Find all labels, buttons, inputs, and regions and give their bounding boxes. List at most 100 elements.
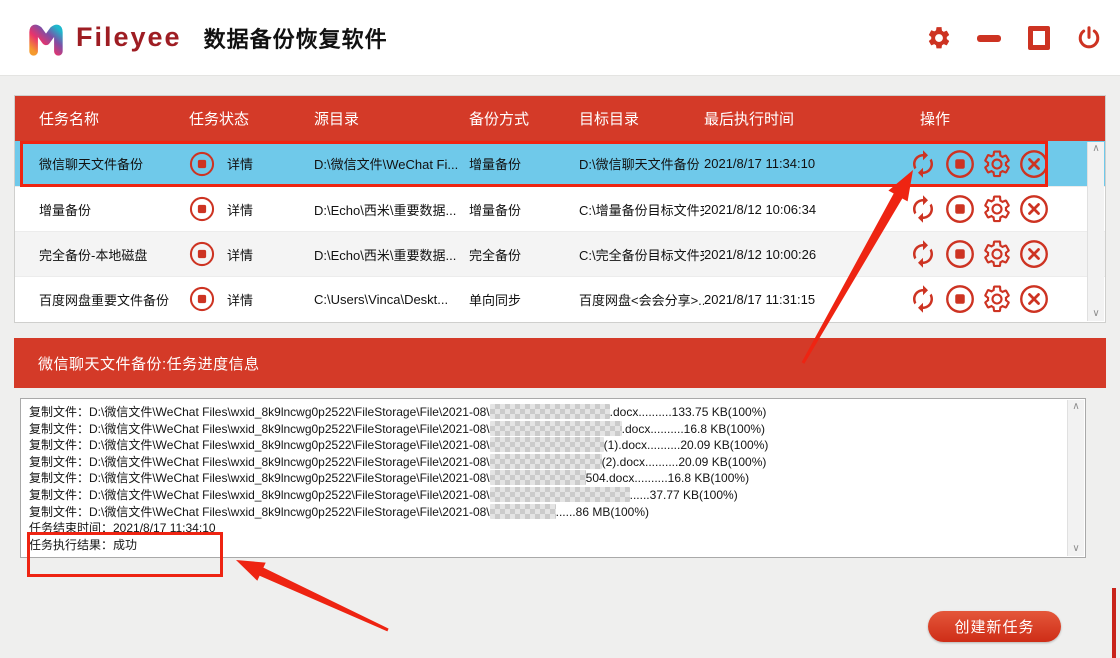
stop-icon[interactable]	[945, 149, 975, 179]
log-line: 复制文件：D:\微信文件\WeChat Files\wxid_8k9lncwg0…	[29, 504, 1059, 521]
table-row[interactable]: 微信聊天文件备份 详情 D:\微信文件\WeChat Fi... 增量备份 D:…	[15, 141, 1105, 186]
col-header-actions: 操作	[894, 108, 1105, 129]
app-window: Fileyee 数据备份恢复软件 任务名称 任务状态 源目录 备份方式 目标目录…	[0, 0, 1120, 658]
backup-method: 完全备份	[469, 245, 579, 264]
log-line: 复制文件：D:\微信文件\WeChat Files\wxid_8k9lncwg0…	[29, 470, 1059, 487]
gear-icon[interactable]	[982, 239, 1012, 269]
target-dir: C:\增量备份目标文件夹	[579, 200, 704, 219]
gear-icon[interactable]	[982, 194, 1012, 224]
source-dir: C:\Users\Vinca\Deskt...	[314, 292, 469, 307]
log-line: 复制文件：D:\微信文件\WeChat Files\wxid_8k9lncwg0…	[29, 404, 1059, 421]
stop-status-icon	[189, 241, 215, 267]
stop-status-icon	[189, 151, 215, 177]
sync-icon[interactable]	[908, 284, 938, 314]
backup-method: 增量备份	[469, 154, 579, 173]
table-scrollbar[interactable]: ∧ ∨	[1087, 142, 1104, 321]
sync-icon[interactable]	[908, 149, 938, 179]
logo-text: Fileyee	[76, 22, 182, 53]
task-status-cell: 详情	[189, 196, 314, 222]
window-edge-line	[1112, 588, 1116, 658]
task-log-box: 复制文件：D:\微信文件\WeChat Files\wxid_8k9lncwg0…	[20, 398, 1086, 558]
sync-icon[interactable]	[908, 194, 938, 224]
target-dir: C:\完全备份目标文件夹	[579, 245, 704, 264]
window-controls	[926, 0, 1102, 76]
task-status-cell: 详情	[189, 241, 314, 267]
table-row[interactable]: 百度网盘重要文件备份 详情 C:\Users\Vinca\Deskt... 单向…	[15, 276, 1105, 321]
close-circle-icon[interactable]	[1019, 149, 1049, 179]
fileyee-logo-icon	[24, 18, 68, 58]
table-header-row: 任务名称 任务状态 源目录 备份方式 目标目录 最后执行时间 操作	[15, 96, 1105, 141]
col-header-task-name: 任务名称	[39, 108, 189, 129]
last-run-time: 2021/8/12 10:00:26	[704, 247, 894, 262]
last-run-time: 2021/8/12 10:06:34	[704, 202, 894, 217]
col-header-last-run-time: 最后执行时间	[704, 108, 894, 129]
source-dir: D:\Echo\西米\重要数据...	[314, 245, 469, 264]
censored-block	[490, 487, 630, 502]
detail-link[interactable]: 详情	[227, 290, 253, 309]
detail-link[interactable]: 详情	[227, 154, 253, 173]
table-row[interactable]: 增量备份 详情 D:\Echo\西米\重要数据... 增量备份 C:\增量备份目…	[15, 186, 1105, 231]
row-actions	[894, 239, 1105, 269]
log-scrollbar[interactable]: ∧ ∨	[1067, 400, 1084, 556]
log-end-time: 任务结束时间：2021/8/17 11:34:10	[29, 520, 1059, 537]
censored-block	[490, 437, 604, 452]
scroll-up-icon[interactable]: ∧	[1068, 400, 1084, 414]
task-status-cell: 详情	[189, 151, 314, 177]
task-status-cell: 详情	[189, 286, 314, 312]
stop-icon[interactable]	[945, 239, 975, 269]
gear-icon[interactable]	[982, 284, 1012, 314]
col-header-source-dir: 源目录	[314, 108, 469, 129]
minimize-icon[interactable]	[976, 25, 1002, 51]
log-line: 复制文件：D:\微信文件\WeChat Files\wxid_8k9lncwg0…	[29, 421, 1059, 438]
close-circle-icon[interactable]	[1019, 284, 1049, 314]
app-title: 数据备份恢复软件	[204, 22, 388, 54]
last-run-time: 2021/8/17 11:34:10	[704, 156, 894, 171]
maximize-icon[interactable]	[1026, 25, 1052, 51]
scroll-down-icon[interactable]: ∨	[1068, 542, 1084, 556]
censored-block	[490, 421, 622, 436]
target-dir: 百度网盘<会会分享>...	[579, 290, 704, 309]
stop-icon[interactable]	[945, 194, 975, 224]
task-name: 增量备份	[39, 200, 189, 219]
col-header-backup-method: 备份方式	[469, 108, 579, 129]
close-circle-icon[interactable]	[1019, 194, 1049, 224]
power-close-icon[interactable]	[1076, 25, 1102, 51]
row-actions	[894, 284, 1105, 314]
source-dir: D:\微信文件\WeChat Fi...	[314, 154, 469, 173]
progress-panel-header: 微信聊天文件备份:任务进度信息	[14, 338, 1106, 388]
censored-block	[490, 470, 586, 485]
log-line: 复制文件：D:\微信文件\WeChat Files\wxid_8k9lncwg0…	[29, 454, 1059, 471]
backup-method: 单向同步	[469, 290, 579, 309]
col-header-task-status: 任务状态	[189, 108, 314, 129]
source-dir: D:\Echo\西米\重要数据...	[314, 200, 469, 219]
task-table: 任务名称 任务状态 源目录 备份方式 目标目录 最后执行时间 操作 微信聊天文件…	[14, 95, 1106, 323]
close-circle-icon[interactable]	[1019, 239, 1049, 269]
detail-link[interactable]: 详情	[227, 245, 253, 264]
task-name: 完全备份-本地磁盘	[39, 245, 189, 264]
censored-block	[490, 454, 602, 469]
last-run-time: 2021/8/17 11:31:15	[704, 292, 894, 307]
col-header-target-dir: 目标目录	[579, 108, 704, 129]
row-actions	[894, 149, 1105, 179]
title-bar: Fileyee 数据备份恢复软件	[0, 0, 1120, 76]
table-row[interactable]: 完全备份-本地磁盘 详情 D:\Echo\西米\重要数据... 完全备份 C:\…	[15, 231, 1105, 276]
gear-icon[interactable]	[926, 25, 952, 51]
censored-block	[490, 504, 556, 519]
scroll-up-icon[interactable]: ∧	[1088, 142, 1104, 156]
stop-status-icon	[189, 286, 215, 312]
detail-link[interactable]: 详情	[227, 200, 253, 219]
stop-icon[interactable]	[945, 284, 975, 314]
progress-title: 微信聊天文件备份:任务进度信息	[38, 353, 260, 374]
backup-method: 增量备份	[469, 200, 579, 219]
sync-icon[interactable]	[908, 239, 938, 269]
censored-block	[490, 404, 610, 419]
target-dir: D:\微信聊天文件备份	[579, 154, 704, 173]
scroll-down-icon[interactable]: ∨	[1088, 307, 1104, 321]
gear-icon[interactable]	[982, 149, 1012, 179]
create-task-button[interactable]: 创建新任务	[928, 611, 1061, 642]
stop-status-icon	[189, 196, 215, 222]
log-line: 复制文件：D:\微信文件\WeChat Files\wxid_8k9lncwg0…	[29, 437, 1059, 454]
log-result: 任务执行结果：成功	[29, 537, 1059, 554]
log-line: 复制文件：D:\微信文件\WeChat Files\wxid_8k9lncwg0…	[29, 487, 1059, 504]
task-name: 微信聊天文件备份	[39, 154, 189, 173]
